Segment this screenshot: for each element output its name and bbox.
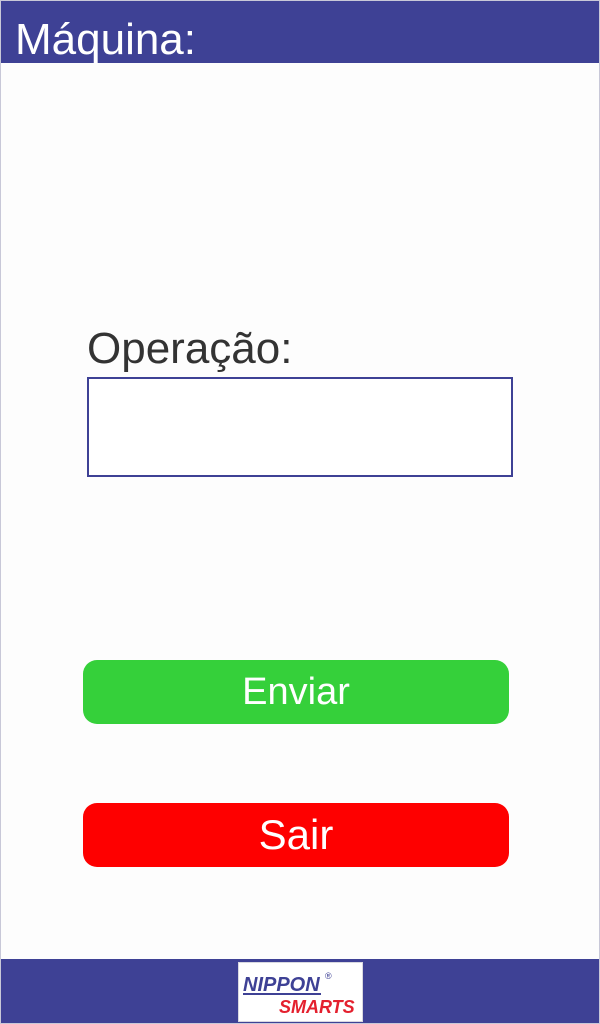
header-bar: Máquina: xyxy=(1,1,599,64)
send-button[interactable]: Enviar xyxy=(83,660,509,724)
logo-text-smarts: SMARTS xyxy=(279,997,355,1017)
machine-title: Máquina: xyxy=(15,15,197,64)
logo-graphic: NIPPON ® SMARTS xyxy=(243,971,355,1017)
nippon-smarts-logo: NIPPON ® SMARTS xyxy=(238,962,363,1022)
logo-text-nippon: NIPPON xyxy=(243,974,320,996)
operation-label: Operação: xyxy=(87,324,293,373)
logo-registered-mark: ® xyxy=(325,971,332,981)
operation-input[interactable] xyxy=(87,377,513,477)
footer-bar: NIPPON ® SMARTS xyxy=(1,959,599,1023)
exit-button[interactable]: Sair xyxy=(83,803,509,867)
app-screen: Máquina: Operação: Enviar Sair NIPPON ® … xyxy=(0,0,600,1024)
